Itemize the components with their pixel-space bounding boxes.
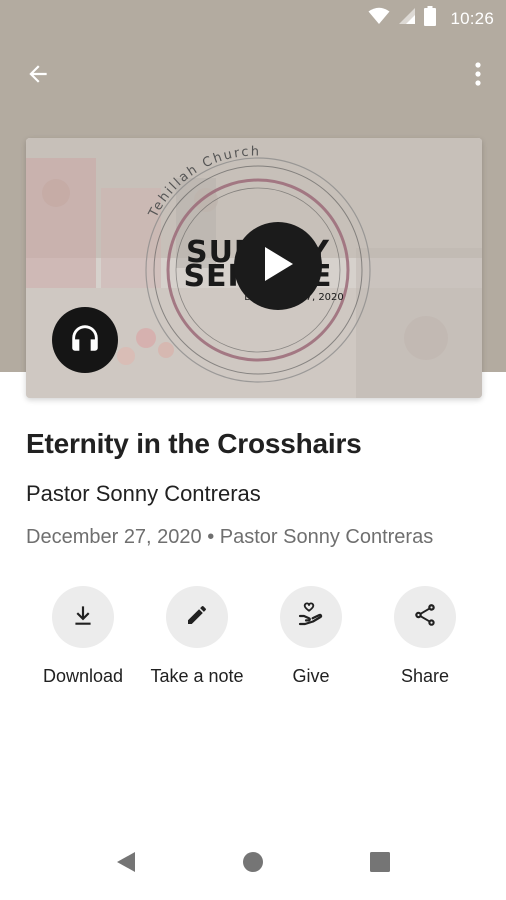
take-note-button[interactable]: Take a note xyxy=(140,586,254,687)
take-note-label: Take a note xyxy=(150,666,244,686)
give-heart-hand-icon xyxy=(297,601,325,634)
action-row: Download Take a note Give Share xyxy=(26,586,482,696)
sermon-meta: December 27, 2020 • Pastor Sonny Contrer… xyxy=(26,526,434,548)
download-label: Download xyxy=(42,666,124,686)
arrow-back-icon xyxy=(25,61,51,92)
download-icon xyxy=(70,602,96,633)
headphones-icon xyxy=(68,321,102,360)
share-button[interactable]: Share xyxy=(368,586,482,687)
app-bar xyxy=(0,52,506,96)
sermon-speaker: Pastor Sonny Contreras xyxy=(26,481,261,506)
give-label: Give xyxy=(292,666,330,686)
more-vert-icon xyxy=(474,61,482,92)
system-nav-bar xyxy=(0,828,506,900)
share-icon xyxy=(412,602,438,633)
play-icon xyxy=(261,245,295,288)
share-button-circle[interactable] xyxy=(394,586,456,648)
wifi-icon xyxy=(368,7,390,30)
nav-home-button[interactable] xyxy=(231,842,275,886)
sermon-title: Eternity in the Crosshairs xyxy=(26,428,362,459)
more-options-button[interactable] xyxy=(464,58,492,94)
take-note-button-circle[interactable] xyxy=(166,586,228,648)
sermon-media-card[interactable]: Tehillah Church SUNDAY SERVICE December … xyxy=(26,138,482,398)
nav-recents-button[interactable] xyxy=(358,842,402,886)
download-button[interactable]: Download xyxy=(26,586,140,687)
nav-back-icon xyxy=(115,850,137,879)
signal-icon xyxy=(398,7,416,30)
status-icons: 10:26 xyxy=(368,6,494,31)
back-button[interactable] xyxy=(20,58,56,94)
status-bar: 10:26 xyxy=(0,0,506,36)
nav-back-button[interactable] xyxy=(104,842,148,886)
status-time: 10:26 xyxy=(450,8,494,28)
give-button-circle[interactable] xyxy=(280,586,342,648)
download-button-circle[interactable] xyxy=(52,586,114,648)
share-label: Share xyxy=(400,666,450,686)
pencil-icon xyxy=(185,603,209,632)
play-button[interactable] xyxy=(234,222,322,310)
battery-icon xyxy=(424,6,437,31)
nav-recents-icon xyxy=(369,851,391,878)
nav-home-icon xyxy=(241,850,265,879)
give-button[interactable]: Give xyxy=(254,586,368,687)
audio-button[interactable] xyxy=(52,307,118,373)
